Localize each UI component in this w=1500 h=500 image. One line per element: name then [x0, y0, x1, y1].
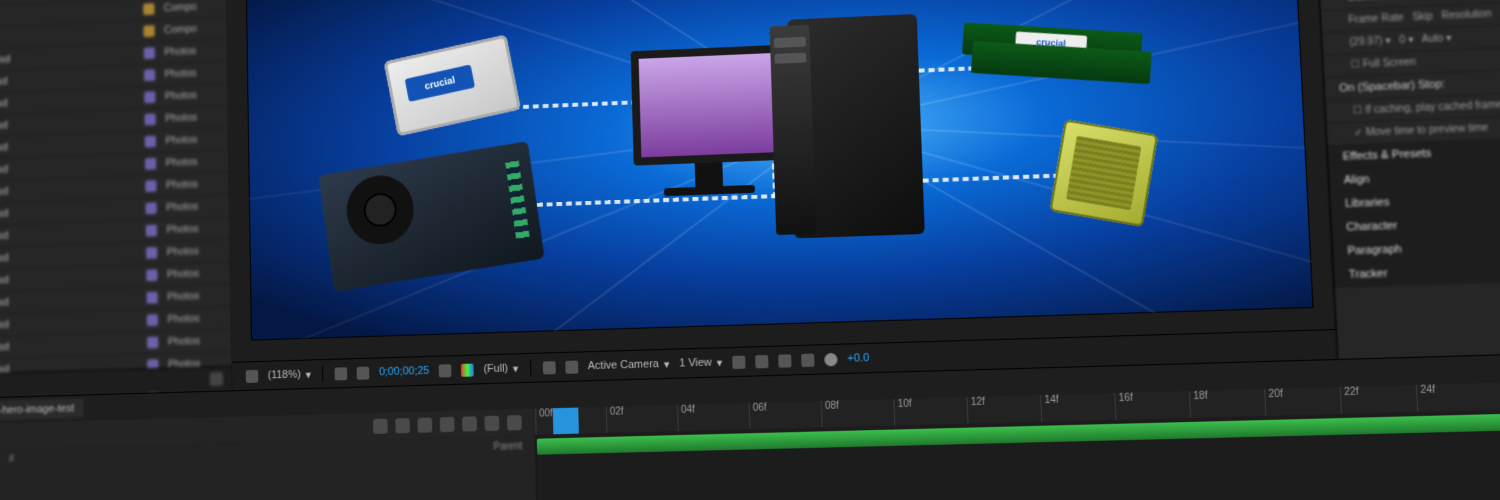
item-type: Compo: [164, 22, 220, 36]
label-swatch[interactable]: [146, 225, 157, 237]
label-swatch[interactable]: [143, 3, 154, 15]
resolution-dropdown[interactable]: (Full) ▾: [483, 362, 518, 376]
always-preview-icon[interactable]: [246, 369, 259, 382]
label-swatch[interactable]: [143, 25, 154, 37]
label-swatch[interactable]: [146, 292, 157, 304]
item-name: Layer 1...t.psd: [0, 180, 145, 199]
current-timecode[interactable]: 0;00;00;25: [379, 365, 429, 378]
roi-icon[interactable]: [335, 367, 348, 380]
item-type: Photos: [167, 312, 224, 326]
fast-previews-icon[interactable]: [755, 354, 768, 367]
item-name: Layer 1...t.psd: [0, 314, 147, 332]
item-name: Layer 1...t.psd: [0, 247, 146, 266]
snapshot-icon[interactable]: [439, 364, 452, 377]
item-type: Photos: [165, 133, 221, 147]
exposure-reset-icon[interactable]: [824, 352, 838, 366]
draft-3d-icon[interactable]: [417, 417, 432, 432]
item-type: Photos: [166, 200, 223, 214]
item-name: Layer 1...t.psd: [0, 270, 146, 288]
comp-mini-flowchart-icon[interactable]: [395, 418, 410, 433]
motion-blur-icon[interactable]: [484, 415, 499, 430]
comp-tab[interactable]: LGA-hero-image-test: [0, 398, 84, 421]
item-name: Layer 1...t.psd: [0, 337, 147, 355]
ruler-tick: 18f: [1189, 391, 1209, 418]
ram-graphic: crucial: [961, 22, 1147, 79]
label-swatch[interactable]: [147, 314, 158, 326]
guides-icon[interactable]: [543, 361, 556, 374]
hide-shy-icon[interactable]: [440, 416, 455, 431]
channels-icon[interactable]: [461, 363, 474, 376]
ruler-tick: 08f: [821, 400, 840, 427]
label-swatch[interactable]: [146, 247, 157, 259]
item-type: Photos: [166, 222, 223, 236]
label-swatch[interactable]: [145, 202, 156, 214]
ruler-tick: 06f: [749, 402, 768, 429]
ruler-tick: 12f: [967, 397, 986, 424]
ruler-tick: 24f: [1416, 384, 1436, 412]
label-swatch[interactable]: [145, 136, 156, 148]
label-swatch[interactable]: [146, 269, 157, 281]
search-icon[interactable]: [373, 418, 388, 433]
views-dropdown[interactable]: 1 View ▾: [679, 356, 722, 370]
item-name: Layer 1...t.psd: [0, 70, 144, 90]
item-name: Layer 1...t.psd: [0, 292, 147, 310]
composition-canvas[interactable]: crucial crucial: [246, 0, 1314, 341]
frame-blend-icon[interactable]: [462, 416, 477, 431]
label-swatch[interactable]: [144, 47, 155, 59]
item-type: Photos: [166, 177, 223, 191]
label-swatch[interactable]: [145, 180, 156, 192]
label-swatch[interactable]: [147, 337, 158, 349]
item-type: Compo: [164, 0, 220, 14]
motherboard-graphic: [318, 141, 544, 292]
pc-tower-graphic: [748, 14, 926, 250]
pixel-aspect-icon[interactable]: [732, 355, 745, 368]
ruler-tick: 20f: [1264, 388, 1284, 415]
label-swatch[interactable]: [144, 113, 155, 125]
item-name: Layer 1...t.psd: [0, 203, 146, 222]
project-panel: Group 3CompoGroup 4CompoGroup 6CompoGrou…: [0, 0, 234, 399]
zoom-dropdown[interactable]: (118%) ▾: [268, 368, 311, 382]
preview-panel: Range Work Area Extended By Current Play…: [1315, 0, 1500, 359]
item-name: Layer 2...t.psd: [0, 92, 144, 112]
label-swatch[interactable]: [144, 91, 155, 103]
ssd-brand-label: crucial: [405, 64, 475, 102]
item-type: Photos: [165, 111, 221, 125]
ssd-graphic: crucial: [384, 35, 521, 137]
item-type: Photos: [167, 245, 224, 259]
ruler-tick: 16f: [1114, 393, 1134, 420]
camera-dropdown[interactable]: Active Camera ▾: [588, 357, 670, 372]
current-time-indicator[interactable]: [553, 408, 579, 435]
item-type: Photos: [167, 267, 224, 281]
cpu-graphic: [1049, 119, 1158, 227]
flowchart-icon[interactable]: [801, 353, 814, 367]
item-type: Photos: [164, 44, 220, 58]
item-type: Photos: [166, 155, 223, 169]
mask-icon[interactable]: [565, 360, 578, 373]
footer-icon[interactable]: [210, 372, 223, 386]
ruler-tick: 00f: [535, 408, 553, 434]
item-name: Layer 5...t.psd: [0, 158, 145, 177]
item-type: Photos: [168, 335, 225, 348]
item-type: Photos: [164, 66, 220, 80]
item-type: Photos: [165, 89, 221, 103]
composition-viewer: crucial crucial (118%) ▾ 0;00;00;25 (Ful…: [227, 0, 1338, 390]
exposure-value[interactable]: +0.0: [847, 352, 869, 365]
label-swatch[interactable]: [145, 158, 156, 170]
ruler-tick: 04f: [677, 404, 696, 431]
item-name: Layer 4...t.psd: [0, 136, 145, 156]
item-name: Layer 3...t.psd: [0, 114, 145, 134]
graph-editor-icon[interactable]: [507, 415, 522, 430]
ruler-tick: 10f: [893, 399, 912, 426]
ruler-tick: 02f: [606, 406, 624, 433]
item-name: Layer 1...t.psd: [0, 225, 146, 244]
ruler-tick: 14f: [1040, 395, 1059, 422]
label-swatch[interactable]: [144, 69, 155, 81]
item-type: Photos: [167, 289, 224, 303]
ruler-tick: 22f: [1340, 386, 1360, 414]
timeline-icon[interactable]: [778, 354, 791, 367]
transparency-grid-icon[interactable]: [357, 366, 370, 379]
